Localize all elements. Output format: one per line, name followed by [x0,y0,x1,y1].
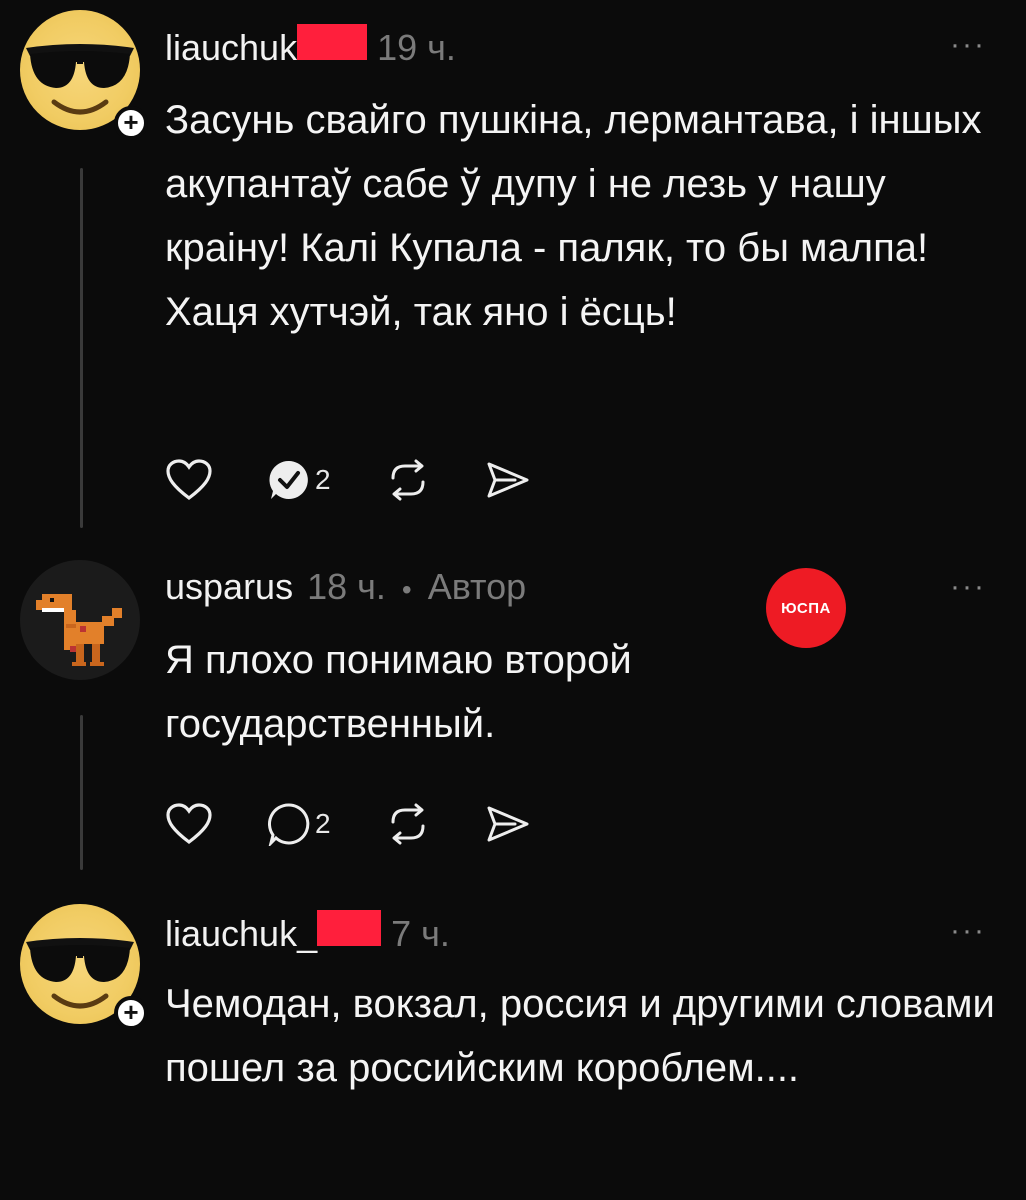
redaction-mark [317,910,382,946]
action-bar: 2 [165,458,585,502]
pixel-dinosaur-icon [36,594,122,666]
follow-plus-icon[interactable]: + [114,996,148,1030]
comment: + liauchuk_ 7 ч. ··· Чемодан, вокзал, ро… [0,880,1026,1200]
comment-text: Засунь свайго пушкіна, лермантава, і інш… [165,98,982,334]
like-button[interactable] [165,458,213,502]
like-button[interactable] [165,802,213,846]
send-icon [487,462,529,498]
share-button[interactable] [485,802,531,846]
comment: usparus 18 ч. • Автор ЮСПА ··· Я плохо п… [0,540,1026,880]
redaction-mark [297,24,368,60]
comment-header: liauchuk 19 ч. [165,24,456,69]
comment-header: liauchuk_ 7 ч. [165,910,450,955]
replied-bubble-icon [269,460,308,499]
action-bar: 2 [165,802,585,846]
reply-button[interactable]: 2 [267,458,331,502]
heart-icon [166,803,212,845]
timestamp: 7 ч. [391,913,450,954]
separator: • [401,574,412,605]
username[interactable]: liauchuk [165,27,297,69]
send-icon [487,806,529,842]
repost-button[interactable] [385,802,431,846]
repost-icon [391,803,425,845]
username[interactable]: liauchuk_ [165,913,317,955]
thread-line [80,715,83,870]
repost-icon [391,459,425,501]
comment-bubble-icon [268,803,310,846]
share-button[interactable] [485,458,531,502]
reply-count: 2 [315,808,331,839]
reply-count: 2 [315,464,331,495]
heart-icon [166,459,212,501]
comment-text: Чемодан, вокзал, россия и другими словам… [165,982,995,1090]
comment-text: Я плохо понимаю второй государственный. [165,638,632,746]
author-badge: Автор [427,566,527,607]
timestamp: 18 ч. [307,566,386,607]
comment-header: usparus 18 ч. • Автор [165,566,526,608]
follow-plus-icon[interactable]: + [114,106,148,140]
username[interactable]: usparus [165,566,293,608]
more-options-icon[interactable]: ··· [950,28,986,62]
timestamp: 19 ч. [377,27,456,68]
more-options-icon[interactable]: ··· [950,570,986,604]
reply-button[interactable]: 2 [267,802,331,846]
avatar[interactable] [20,560,140,680]
more-options-icon[interactable]: ··· [950,914,986,948]
repost-button[interactable] [385,458,431,502]
comment: + liauchuk 19 ч. ··· Засунь свайго пушкі… [0,0,1026,540]
thread-line [80,168,83,528]
